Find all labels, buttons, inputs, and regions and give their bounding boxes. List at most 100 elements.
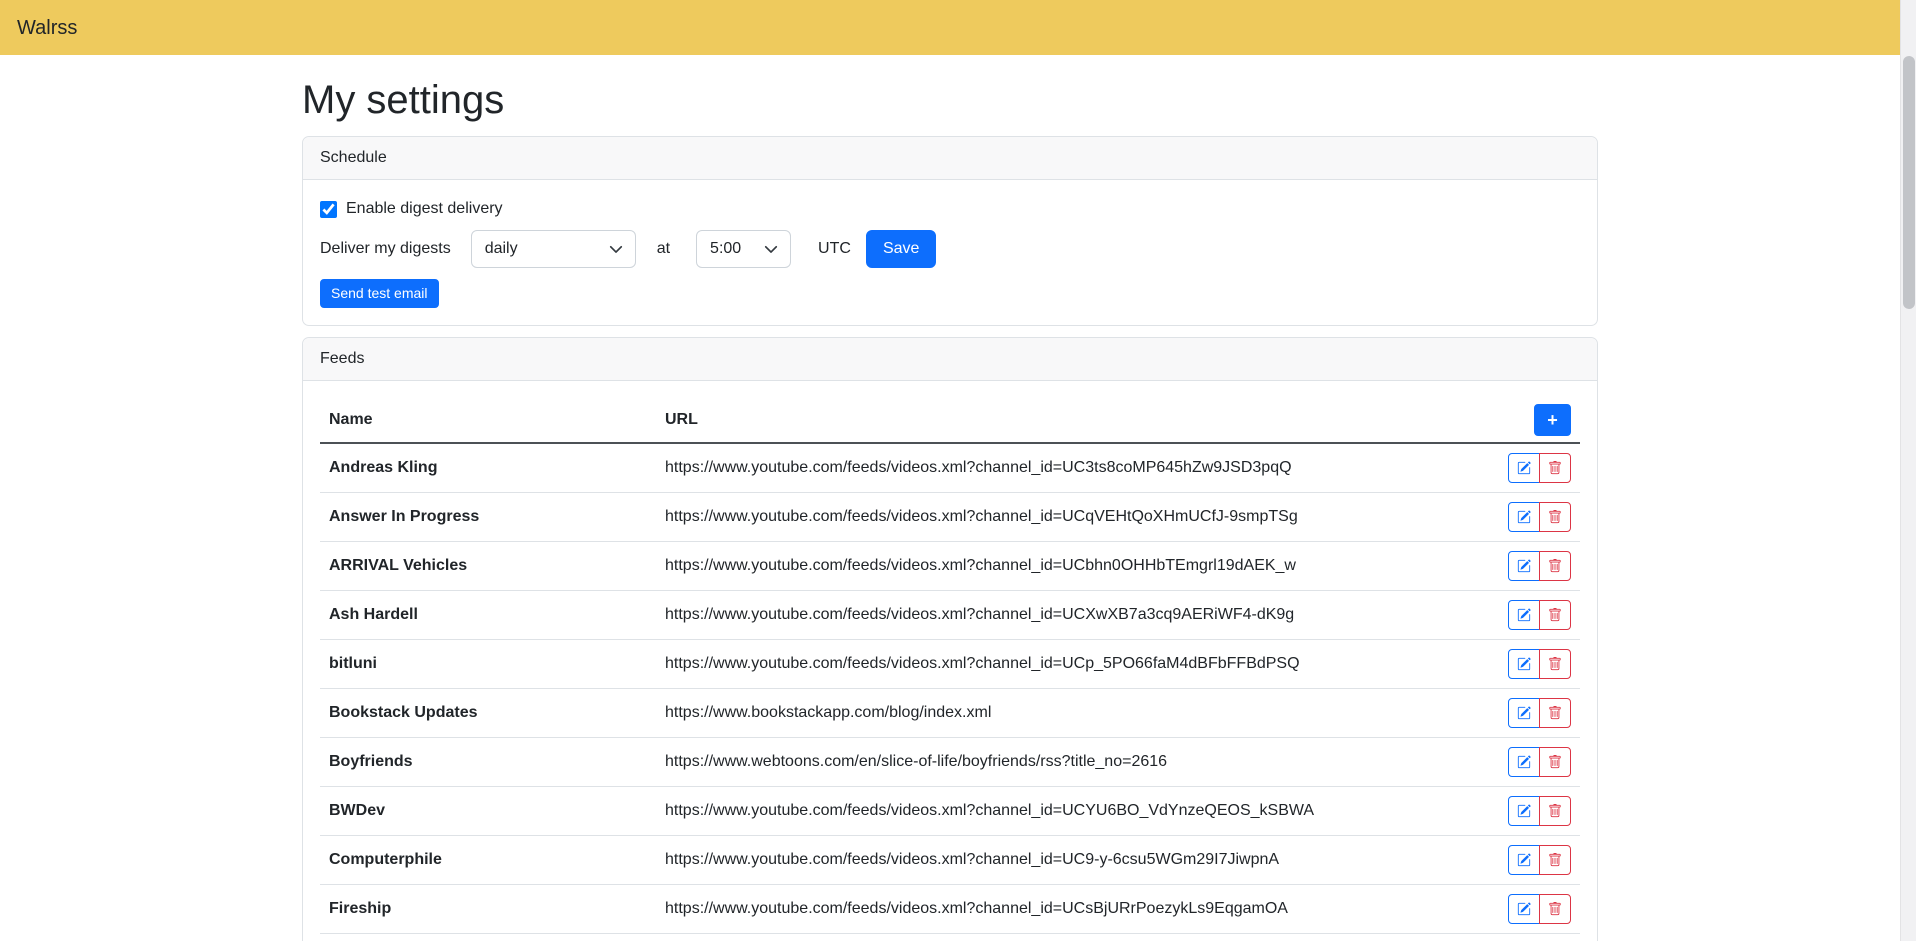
feed-url: https://www.youtube.com/feeds/videos.xml… xyxy=(656,836,1490,885)
feed-actions xyxy=(1490,443,1580,493)
trash-icon xyxy=(1548,559,1562,573)
edit-icon xyxy=(1517,755,1531,769)
deliver-row: Deliver my digests daily at xyxy=(320,230,1580,268)
add-feed-button[interactable]: + xyxy=(1534,404,1571,436)
main-container: My settings Schedule Enable digest deliv… xyxy=(290,76,1610,941)
feed-name: Answer In Progress xyxy=(320,493,656,542)
send-test-email-button[interactable]: Send test email xyxy=(320,279,439,308)
edit-feed-button[interactable] xyxy=(1508,649,1540,679)
feed-url: https://www.webtoons.com/en/slice-of-lif… xyxy=(656,738,1490,787)
utc-label: UTC xyxy=(818,237,851,261)
delete-feed-button[interactable] xyxy=(1539,894,1571,924)
trash-icon xyxy=(1548,608,1562,622)
column-header-actions: + xyxy=(1490,398,1580,443)
edit-icon xyxy=(1517,657,1531,671)
edit-feed-button[interactable] xyxy=(1508,845,1540,875)
edit-feed-button[interactable] xyxy=(1508,502,1540,532)
feed-actions-group xyxy=(1508,796,1571,826)
scrollbar-track[interactable] xyxy=(1900,0,1916,941)
feed-actions xyxy=(1490,738,1580,787)
edit-feed-button[interactable] xyxy=(1508,796,1540,826)
column-header-url: URL xyxy=(656,398,1490,443)
feed-actions-group xyxy=(1508,600,1571,630)
feed-url: https://changelog.com/gotime/feed xyxy=(656,934,1490,941)
enable-digest-checkbox[interactable] xyxy=(320,201,337,218)
delete-feed-button[interactable] xyxy=(1539,649,1571,679)
trash-icon xyxy=(1548,853,1562,867)
feed-name: bitluni xyxy=(320,640,656,689)
feed-url: https://www.youtube.com/feeds/videos.xml… xyxy=(656,787,1490,836)
trash-icon xyxy=(1548,902,1562,916)
feed-name: BWDev xyxy=(320,787,656,836)
delete-feed-button[interactable] xyxy=(1539,551,1571,581)
feeds-table-body: Andreas Kling https://www.youtube.com/fe… xyxy=(320,443,1580,941)
feed-name: Fireship xyxy=(320,885,656,934)
schedule-card-body: Enable digest delivery Deliver my digest… xyxy=(303,180,1597,325)
brand-link[interactable]: Walrss xyxy=(17,13,77,43)
edit-icon xyxy=(1517,510,1531,524)
edit-feed-button[interactable] xyxy=(1508,698,1540,728)
delete-feed-button[interactable] xyxy=(1539,600,1571,630)
feed-url: https://www.youtube.com/feeds/videos.xml… xyxy=(656,591,1490,640)
feed-actions xyxy=(1490,640,1580,689)
edit-icon xyxy=(1517,608,1531,622)
edit-icon xyxy=(1517,706,1531,720)
feeds-table-head: Name URL + xyxy=(320,398,1580,443)
schedule-card-header: Schedule xyxy=(303,137,1597,180)
time-select-wrap: 5:00 xyxy=(696,230,791,268)
feed-actions-group xyxy=(1508,502,1571,532)
feed-actions-group xyxy=(1508,649,1571,679)
feed-name: Computerphile xyxy=(320,836,656,885)
scrollbar-thumb[interactable] xyxy=(1903,56,1915,309)
edit-icon xyxy=(1517,559,1531,573)
trash-icon xyxy=(1548,510,1562,524)
edit-feed-button[interactable] xyxy=(1508,551,1540,581)
feed-url: https://www.youtube.com/feeds/videos.xml… xyxy=(656,493,1490,542)
feed-actions xyxy=(1490,934,1580,941)
time-select[interactable]: 5:00 xyxy=(696,230,791,268)
edit-feed-button[interactable] xyxy=(1508,747,1540,777)
delete-feed-button[interactable] xyxy=(1539,747,1571,777)
feed-name: Ash Hardell xyxy=(320,591,656,640)
feed-name: ARRIVAL Vehicles xyxy=(320,542,656,591)
enable-digest-row: Enable digest delivery xyxy=(320,197,1580,221)
feed-url: https://www.youtube.com/feeds/videos.xml… xyxy=(656,443,1490,493)
feed-name: Boyfriends xyxy=(320,738,656,787)
feed-actions xyxy=(1490,493,1580,542)
edit-feed-button[interactable] xyxy=(1508,453,1540,483)
feeds-card: Feeds Name URL + And xyxy=(302,337,1598,941)
feed-actions-group xyxy=(1508,551,1571,581)
edit-feed-button[interactable] xyxy=(1508,600,1540,630)
feeds-card-body: Name URL + Andreas Kling https://www.you… xyxy=(303,381,1597,941)
delete-feed-button[interactable] xyxy=(1539,502,1571,532)
edit-icon xyxy=(1517,461,1531,475)
feed-actions xyxy=(1490,689,1580,738)
feed-actions xyxy=(1490,787,1580,836)
feed-name: Go Time xyxy=(320,934,656,941)
feed-row: Ash Hardell https://www.youtube.com/feed… xyxy=(320,591,1580,640)
feed-row: Andreas Kling https://www.youtube.com/fe… xyxy=(320,443,1580,493)
delete-feed-button[interactable] xyxy=(1539,453,1571,483)
edit-icon xyxy=(1517,853,1531,867)
feed-actions-group xyxy=(1508,845,1571,875)
feed-actions-group xyxy=(1508,747,1571,777)
trash-icon xyxy=(1548,755,1562,769)
delete-feed-button[interactable] xyxy=(1539,796,1571,826)
feed-row: Answer In Progress https://www.youtube.c… xyxy=(320,493,1580,542)
edit-icon xyxy=(1517,902,1531,916)
feed-url: https://www.youtube.com/feeds/videos.xml… xyxy=(656,885,1490,934)
feed-actions-group xyxy=(1508,698,1571,728)
delete-feed-button[interactable] xyxy=(1539,845,1571,875)
enable-digest-label[interactable]: Enable digest delivery xyxy=(346,197,503,221)
feed-row: Fireship https://www.youtube.com/feeds/v… xyxy=(320,885,1580,934)
feed-row: ARRIVAL Vehicles https://www.youtube.com… xyxy=(320,542,1580,591)
frequency-select[interactable]: daily xyxy=(471,230,636,268)
feed-actions-group xyxy=(1508,453,1571,483)
feed-actions xyxy=(1490,885,1580,934)
edit-feed-button[interactable] xyxy=(1508,894,1540,924)
delete-feed-button[interactable] xyxy=(1539,698,1571,728)
save-button[interactable]: Save xyxy=(866,230,936,268)
feed-url: https://www.bookstackapp.com/blog/index.… xyxy=(656,689,1490,738)
at-label: at xyxy=(657,237,670,261)
browser-viewport: Walrss My settings Schedule Enable diges… xyxy=(0,0,1916,941)
